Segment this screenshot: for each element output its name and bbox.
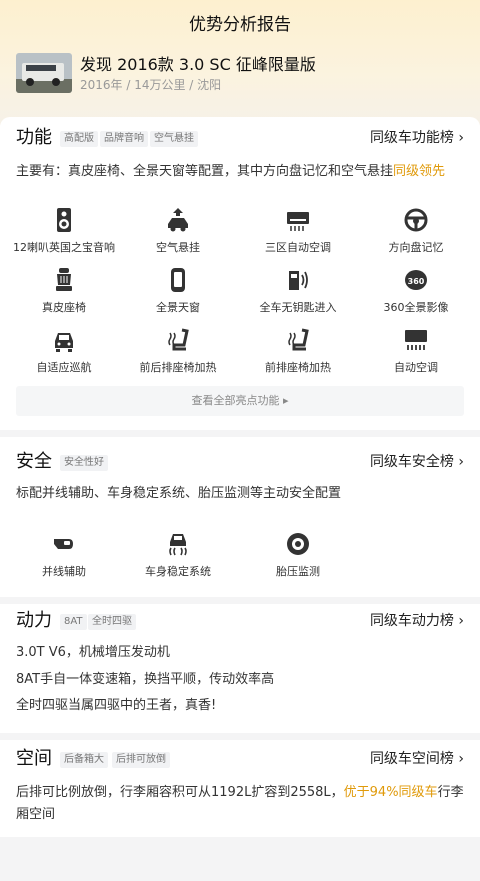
feature-front-rear-seat-heating[interactable]: 前后排座椅加热 — [118, 327, 238, 375]
function-card: 功能 高配版 品牌音响 空气悬挂 同级车功能榜 › 主要有：真皮座椅、全景天窗等… — [0, 117, 480, 430]
feature-lane-assist[interactable]: 并线辅助 — [4, 531, 124, 579]
feature-label: 空气悬挂 — [156, 241, 200, 254]
tag: 空气悬挂 — [150, 131, 198, 147]
power-line: 8AT手自一体变速箱，换挡平顺，传动效率高 — [16, 672, 275, 687]
section-title: 空间 — [16, 748, 52, 769]
feature-label: 胎压监测 — [276, 565, 320, 578]
safety-description: 标配并线辅助、车身稳定系统、胎压监测等主动安全配置 — [16, 486, 342, 501]
leather-seat-icon — [56, 268, 72, 291]
feature-auto-ac[interactable]: 自动空调 — [356, 327, 476, 375]
seat-heating-icon — [168, 328, 189, 351]
svg-text:360: 360 — [408, 277, 425, 286]
page-title: 优势分析报告 — [189, 15, 291, 35]
feature-360-camera[interactable]: 360 360全景影像 — [356, 267, 476, 315]
feature-front-seat-heating[interactable]: 前排座椅加热 — [238, 327, 358, 375]
car-meta: 2016年 / 14万公里 / 沈阳 — [80, 78, 222, 92]
feature-label: 前后排座椅加热 — [139, 361, 217, 374]
power-rank-link[interactable]: 同级车动力榜 › — [370, 612, 464, 630]
feature-label: 全车无钥匙进入 — [259, 301, 337, 314]
feature-label: 12喇叭英国之宝音响 — [13, 241, 115, 254]
car-thumbnail[interactable] — [16, 53, 72, 93]
feature-label: 并线辅助 — [42, 565, 86, 578]
feature-air-suspension[interactable]: 空气悬挂 — [118, 207, 238, 255]
safety-header: 安全 安全性好 同级车安全榜 › — [16, 451, 464, 475]
lane-assist-icon — [54, 539, 73, 549]
space-description: 后排可比例放倒，行李厢容积可从1192L扩容到2558L，优于94%同级车行李厢… — [16, 782, 466, 826]
sunroof-icon — [171, 268, 185, 292]
function-header: 功能 高配版 品牌音响 空气悬挂 同级车功能榜 › — [16, 127, 464, 151]
feature-adaptive-cruise[interactable]: 自适应巡航 — [4, 327, 124, 375]
adaptive-cruise-icon — [55, 333, 73, 352]
feature-keyless-entry[interactable]: 全车无钥匙进入 — [238, 267, 358, 315]
feature-speaker[interactable]: 12喇叭英国之宝音响 — [4, 207, 124, 255]
feature-label: 前排座椅加热 — [265, 361, 331, 374]
feature-tire-pressure[interactable]: 胎压监测 — [238, 531, 358, 579]
safety-card: 安全 安全性好 同级车安全榜 › 标配并线辅助、车身稳定系统、胎压监测等主动安全… — [0, 437, 480, 597]
ac-icon — [287, 212, 309, 231]
highlight-text: 优于94%同级车 — [343, 785, 438, 800]
keyless-entry-icon — [289, 271, 308, 290]
tag: 8AT — [60, 614, 87, 630]
function-description: 主要有：真皮座椅、全景天窗等配置，其中方向盘记忆和空气悬挂同级领先 — [16, 161, 466, 183]
feature-label: 全景天窗 — [156, 301, 200, 314]
feature-stability-control[interactable]: 车身稳定系统 — [118, 531, 238, 579]
stability-control-icon — [169, 534, 187, 556]
tag: 高配版 — [60, 131, 98, 147]
report-header: 优势分析报告 发现 2016款 3.0 SC 征峰限量版 2016年 / 14万… — [0, 0, 480, 125]
safety-rank-link[interactable]: 同级车安全榜 › — [370, 453, 464, 471]
section-title: 安全 — [16, 451, 52, 472]
feature-label: 自适应巡航 — [36, 361, 92, 374]
speaker-icon — [57, 208, 71, 232]
steering-wheel-icon — [404, 208, 428, 232]
tag: 后备箱大 — [60, 752, 108, 768]
space-card: 空间 后备箱大 后排可放倒 同级车空间榜 › 后排可比例放倒，行李厢容积可从11… — [0, 740, 480, 837]
highlight-text: 同级领先 — [393, 164, 446, 179]
power-card: 动力 8AT 全时四驱 同级车动力榜 › 3.0T V6，机械增压发动机 8AT… — [0, 604, 480, 733]
power-header: 动力 8AT 全时四驱 同级车动力榜 › — [16, 610, 464, 634]
description-text: 后排可比例放倒，行李厢容积可从1192L扩容到2558L， — [16, 785, 344, 800]
function-rank-link[interactable]: 同级车功能榜 › — [370, 129, 464, 147]
front-seat-heating-icon — [288, 328, 309, 351]
feature-panoramic-sunroof[interactable]: 全景天窗 — [118, 267, 238, 315]
auto-ac-icon — [405, 330, 427, 350]
feature-label: 方向盘记忆 — [388, 241, 444, 254]
feature-tri-zone-ac[interactable]: 三区自动空调 — [238, 207, 358, 255]
feature-label: 自动空调 — [394, 361, 438, 374]
tag: 全时四驱 — [88, 614, 136, 630]
description-text: 主要有：真皮座椅、全景天窗等配置，其中方向盘记忆和空气悬挂 — [16, 164, 394, 179]
air-suspension-icon — [168, 208, 188, 232]
feature-label: 360全景影像 — [383, 301, 449, 314]
tire-pressure-icon — [287, 533, 309, 555]
tag: 安全性好 — [60, 455, 108, 471]
power-line: 全时四驱当属四驱中的王者，真香! — [16, 698, 217, 713]
tag: 后排可放倒 — [112, 752, 170, 768]
power-line: 3.0T V6，机械增压发动机 — [16, 645, 170, 660]
camera-360-icon: 360 — [405, 270, 427, 290]
section-title: 动力 — [16, 610, 52, 631]
view-all-features-button[interactable]: 查看全部亮点功能 ▸ — [16, 386, 464, 416]
feature-label: 真皮座椅 — [42, 301, 86, 314]
feature-leather-seat[interactable]: 真皮座椅 — [4, 267, 124, 315]
section-title: 功能 — [16, 127, 52, 148]
feature-label: 车身稳定系统 — [145, 565, 211, 578]
feature-label: 三区自动空调 — [265, 241, 331, 254]
tag: 品牌音响 — [100, 131, 148, 147]
feature-steering-memory[interactable]: 方向盘记忆 — [356, 207, 476, 255]
space-header: 空间 后备箱大 后排可放倒 同级车空间榜 › — [16, 748, 464, 772]
space-rank-link[interactable]: 同级车空间榜 › — [370, 750, 464, 768]
car-name: 发现 2016款 3.0 SC 征峰限量版 — [80, 55, 316, 74]
